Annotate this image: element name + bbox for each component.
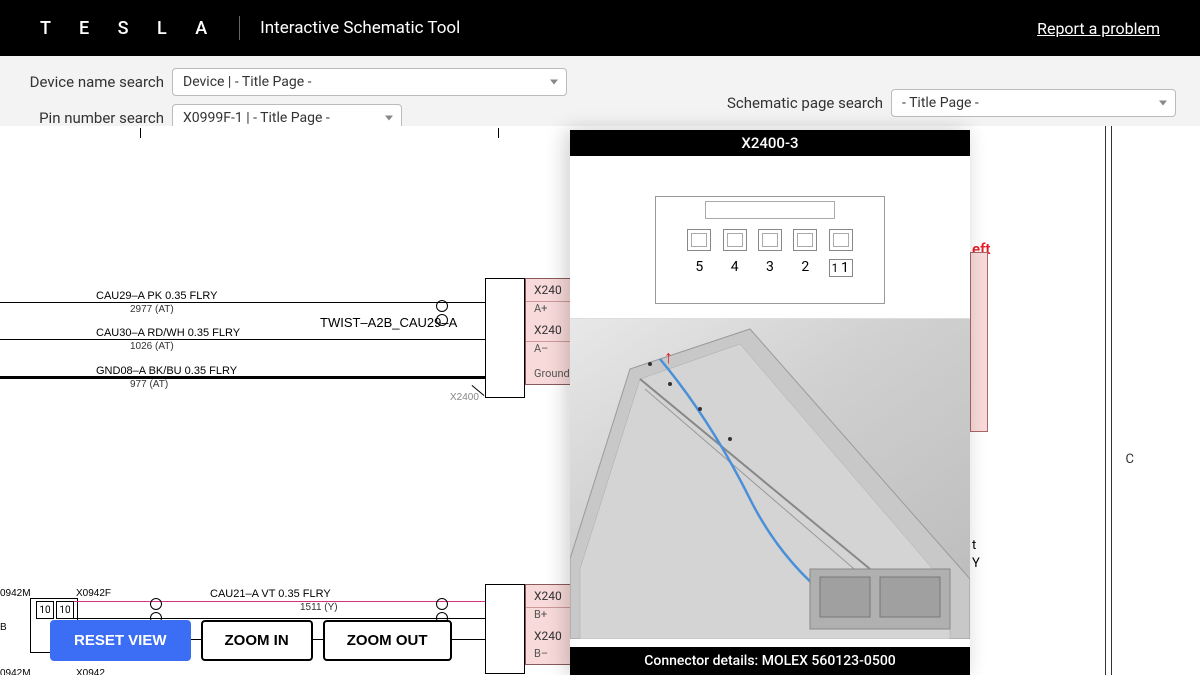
connector-ref-label: X2400 [450, 392, 479, 403]
pin-number: 3 [758, 259, 782, 277]
pin-number-highlighted: 11 [829, 259, 853, 277]
wire-label: CAU30–A RD/WH 0.35 FLRY [96, 327, 240, 339]
wire-sublabel: 1511 (Y) [300, 602, 338, 613]
reset-view-button[interactable]: RESET VIEW [50, 620, 191, 661]
detail-footer: Connector details: MOLEX 560123-0500 [570, 647, 970, 675]
tick-mark [140, 128, 141, 138]
page-search-value: - Title Page - [902, 95, 979, 111]
wire-label: CAU29–A PK 0.35 FLRY [96, 290, 217, 302]
connector-tag: X0942F [76, 588, 111, 599]
pin-search-label: Pin number search [24, 109, 164, 127]
pin-slot [687, 229, 711, 251]
connector-tag: X0942 [76, 668, 105, 675]
app-header: T E S L A Interactive Schematic Tool Rep… [0, 0, 1200, 56]
wire-vt [74, 601, 485, 602]
pin-number: 2 [793, 259, 817, 277]
report-problem-link[interactable]: Report a problem [1037, 19, 1160, 38]
wire [0, 339, 485, 340]
divider [30, 598, 31, 653]
location-arrow-icon [664, 347, 676, 371]
zoom-out-button[interactable]: ZOOM OUT [323, 620, 452, 661]
page-margin-line [1105, 126, 1106, 675]
app-title: Interactive Schematic Tool [260, 18, 460, 38]
search-left-group: Device name search Device | - Title Page… [24, 68, 567, 132]
connector-slots [656, 229, 884, 251]
clipped-label: Y [972, 556, 980, 571]
margin-letter: C [1126, 452, 1134, 467]
view-controls: RESET VIEW ZOOM IN ZOOM OUT [50, 620, 452, 661]
device-search-dropdown[interactable]: Device | - Title Page - [172, 68, 567, 96]
wire [74, 618, 485, 619]
car-frame-illustration [570, 319, 970, 639]
pin-numbers: 5 4 3 2 11 [656, 259, 884, 277]
tick-mark [498, 128, 499, 138]
pin-search-value: X0999F-1 | - Title Page - [183, 110, 330, 126]
connector-tag: 0942M [0, 668, 31, 675]
connector-diagram-area: 5 4 3 2 11 [570, 156, 970, 319]
connector-location-image [570, 319, 970, 639]
pin-slot [793, 229, 817, 251]
zoom-in-button[interactable]: ZOOM IN [201, 620, 313, 661]
page-search-label: Schematic page search [727, 94, 883, 112]
pin-slot [758, 229, 782, 251]
connector-outline [485, 278, 525, 398]
wire [0, 302, 485, 303]
device-search-label: Device name search [24, 73, 164, 91]
page-margin-line [1111, 126, 1112, 675]
header-left: T E S L A Interactive Schematic Tool [40, 16, 460, 40]
twist-icon [436, 298, 448, 328]
wire-sublabel: 2977 (AT) [130, 304, 174, 315]
connector-diagram: 5 4 3 2 11 [655, 196, 885, 304]
pin-number: 5 [687, 259, 711, 277]
page-search-row: Schematic page search - Title Page - [727, 74, 1176, 132]
wire-ground [0, 376, 485, 379]
pin-slot [723, 229, 747, 251]
connector-tag: 0942M [0, 588, 31, 599]
device-search-value: Device | - Title Page - [183, 74, 312, 90]
pin-slot [829, 229, 853, 251]
pin-number: 4 [723, 259, 747, 277]
device-search-row: Device name search Device | - Title Page… [24, 68, 567, 96]
clipped-connector-box [970, 252, 988, 432]
side-label: B [0, 622, 7, 633]
wire-sublabel: 1026 (AT) [130, 341, 174, 352]
header-divider [239, 16, 240, 40]
wire-sublabel: 977 (AT) [130, 379, 168, 390]
wire-label: CAU21–A VT 0.35 FLRY [210, 588, 331, 600]
connector-outline [485, 584, 525, 674]
connector-key [705, 201, 835, 219]
page-search-dropdown[interactable]: - Title Page - [891, 89, 1176, 117]
connector-detail-panel: X2400-3 5 4 3 2 11 [570, 130, 970, 675]
tesla-logo: T E S L A [40, 18, 219, 39]
detail-title: X2400-3 [570, 130, 970, 156]
clipped-label: t [972, 538, 976, 553]
